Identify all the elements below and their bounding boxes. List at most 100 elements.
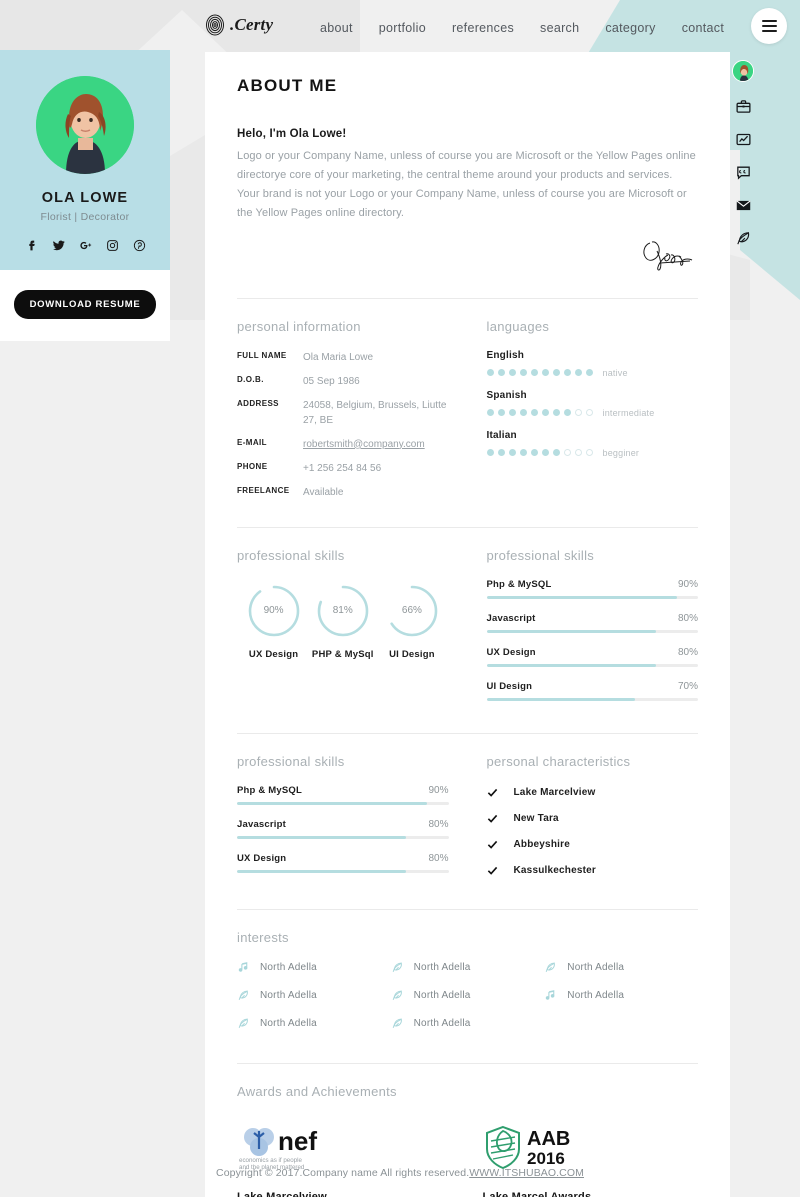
pi-key: FULL NAME (237, 350, 287, 360)
skill-bar-head: UI Design 70% (487, 681, 699, 692)
skill-bar-label: UX Design (237, 852, 287, 864)
signature (237, 237, 698, 280)
skill-bar-label: Php & MySQL (237, 784, 303, 796)
list-item: Abbeyshire (487, 839, 699, 850)
quote-icon[interactable] (735, 164, 752, 181)
profile-name: OLA LOWE (41, 190, 129, 206)
google-plus-icon[interactable] (79, 239, 92, 252)
skill-bar: Php & MySQL 90% (237, 785, 449, 805)
pi-key: E-MAIL (237, 437, 267, 447)
intro-heading: Helo, I'm Ola Lowe! (237, 128, 347, 140)
skill-bar-percent: 90% (677, 578, 698, 590)
skill-bar-label: Javascript (486, 612, 536, 624)
language-name: Italian (486, 429, 517, 441)
rating-dot-filled (552, 449, 560, 457)
rating-dot-filled (519, 369, 527, 377)
rating-dot-filled (497, 369, 505, 377)
circular-skill-label: UI Design (389, 648, 435, 660)
rating-dot-empty (563, 449, 571, 457)
signature-icon (643, 241, 693, 271)
rating-dot-filled (563, 369, 571, 377)
hamburger-menu-button[interactable] (751, 8, 787, 44)
pi-key: ADDRESS (237, 398, 279, 408)
email-link[interactable]: robertsmith@company.com (303, 439, 425, 450)
twitter-icon[interactable] (52, 239, 65, 252)
skill-bar-head: Javascript 80% (487, 613, 699, 624)
portfolio-chart-icon[interactable] (735, 131, 752, 148)
logo[interactable]: .Certy (205, 14, 273, 36)
logo-text: .Certy (230, 15, 274, 34)
pi-value: 05 Sep 1986 (303, 375, 360, 387)
nav-item-references[interactable]: references (452, 21, 514, 35)
rating-dot-filled (508, 449, 516, 457)
list-item: Lake Marcelview (487, 787, 699, 798)
rating-dot-filled (497, 409, 505, 417)
page-root: .Certy about portfolio references search… (0, 0, 800, 1197)
rail-avatar-icon[interactable] (732, 60, 754, 82)
language-name: English (486, 349, 525, 361)
feather-icon (392, 1018, 402, 1028)
characteristics-title: personal characteristics (486, 753, 631, 769)
skill-bar-percent: 90% (428, 784, 449, 796)
awards-section: Awards and Achievements nef economics as… (237, 1084, 698, 1197)
info-languages-row: personal information FULL NAME Ola Maria… (237, 299, 698, 509)
table-row: PHONE +1 256 254 84 56 (237, 461, 449, 476)
languages-title: languages (486, 318, 550, 334)
skill-bar-head: UX Design 80% (237, 853, 449, 864)
skill-bar-track (237, 869, 449, 873)
check-icon (487, 788, 497, 797)
language-rating: intermediate (486, 408, 699, 418)
feather-pen-icon[interactable] (735, 230, 752, 247)
pi-value: +1 256 254 84 56 (303, 462, 382, 474)
nav-item-category[interactable]: category (605, 21, 655, 35)
footer-link[interactable]: WWW.ITSHUBAO.COM (469, 1167, 584, 1179)
intro-body: Logo or your Company Name, unless of cou… (237, 150, 696, 219)
interest-label: North Adella (260, 1017, 317, 1029)
copyright-text: Copyright © 2017.Company name All rights… (216, 1167, 470, 1179)
circular-skills-list: 90% UX Design 81% PHP & MySql 66% UI Des… (237, 579, 449, 660)
instagram-icon[interactable] (106, 239, 119, 252)
fingerprint-icon (206, 14, 224, 36)
download-resume-button[interactable]: DOWNLOAD RESUME (13, 290, 157, 319)
list-item: North Adella (391, 989, 545, 1002)
nav-item-search[interactable]: search (540, 21, 579, 35)
skill-bar-percent: 80% (677, 612, 698, 624)
rating-dot-empty (574, 449, 582, 457)
bar-skills-section-right: professional skills Php & MySQL 90% Java… (486, 528, 699, 715)
skill-bar-label: UI Design (486, 680, 533, 692)
bar-skills-right-title: professional skills (486, 547, 595, 563)
svg-text:AAB: AAB (527, 1128, 570, 1150)
main-nav: about portfolio references search catego… (320, 21, 724, 35)
skill-bar-head: UX Design 80% (487, 647, 699, 658)
skill-bar-track (486, 697, 698, 701)
skill-bar-percent: 70% (677, 680, 698, 692)
footer: Copyright © 2017.Company name All rights… (0, 1167, 800, 1179)
interest-label: North Adella (260, 989, 317, 1001)
award-item: nef economics as if people and the plane… (237, 1123, 453, 1197)
language-level: begginer (602, 447, 640, 458)
award-item: AAB 2016 Lake Marcel Awards Your brand i… (483, 1123, 699, 1197)
envelope-icon[interactable] (735, 197, 752, 214)
language-name: Spanish (486, 389, 527, 401)
list-item: Kassulkechester (487, 865, 699, 876)
circular-skill-percent: 81% (332, 605, 353, 617)
skill-bar-track (237, 835, 449, 839)
briefcase-icon[interactable] (735, 98, 752, 115)
feather-icon (545, 962, 556, 972)
facebook-icon[interactable] (25, 239, 38, 252)
skill-bar-head: Javascript 80% (237, 819, 449, 830)
pi-value: 24058, Belgium, Brussels, Liutte 27, BE (303, 399, 447, 426)
nav-item-about[interactable]: about (320, 21, 353, 35)
circular-skills-title: professional skills (237, 547, 345, 563)
nav-item-portfolio[interactable]: portfolio (379, 21, 426, 35)
pinterest-icon[interactable] (133, 239, 146, 252)
svg-text:2016: 2016 (527, 1149, 565, 1168)
pi-key: D.O.B. (237, 374, 264, 384)
nav-item-contact[interactable]: contact (682, 21, 724, 35)
side-icon-rail (730, 60, 756, 247)
skill-bar-fill (486, 595, 677, 599)
circular-skill-percent: 90% (263, 605, 284, 617)
bar-skills-section-left: professional skills Php & MySQL 90% Java… (237, 734, 449, 891)
characteristics-list: Lake Marcelview New Tara Abbeyshire Kass… (487, 785, 699, 876)
circular-gauge: 81% (315, 583, 371, 639)
